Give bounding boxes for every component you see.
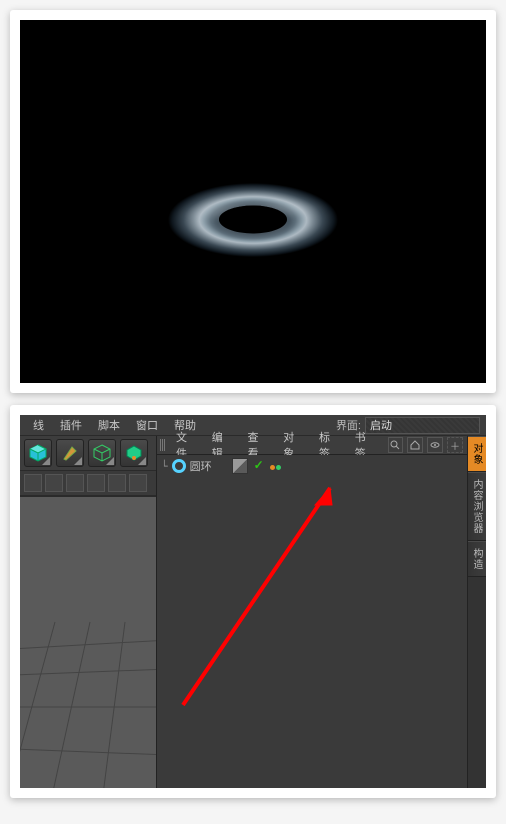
objects-panel: 文件 编辑 查看 对象 标签 书签 <box>157 436 467 788</box>
viewport[interactable] <box>20 496 156 788</box>
tree-branch-icon: └ <box>159 460 168 473</box>
render-viewport <box>20 20 486 383</box>
pen-tool-icon[interactable] <box>56 439 84 467</box>
grid <box>20 497 156 788</box>
view-icon[interactable] <box>87 474 105 492</box>
torus-render <box>168 182 338 257</box>
view-icon[interactable] <box>24 474 42 492</box>
eye-icon[interactable] <box>427 437 443 453</box>
annotation-arrow <box>157 455 477 788</box>
menu-item[interactable]: 脚本 <box>90 417 128 433</box>
side-tab-structure[interactable]: 构造 <box>468 541 486 577</box>
toolbar <box>20 436 156 471</box>
generator-icon[interactable] <box>120 439 148 467</box>
expand-icon[interactable]: ＋ <box>447 437 463 453</box>
side-tab-content-browser[interactable]: 内容浏览器 <box>468 472 486 541</box>
side-tabs: 对象 内容浏览器 构造 <box>467 436 486 788</box>
menu-item[interactable]: 插件 <box>52 417 90 433</box>
side-tab-objects[interactable]: 对象 <box>468 436 486 472</box>
viewport-icons <box>20 471 156 496</box>
menu-item[interactable]: 线 <box>25 417 52 433</box>
deformer-cube-icon[interactable] <box>88 439 116 467</box>
view-icon[interactable] <box>66 474 84 492</box>
view-icon[interactable] <box>129 474 147 492</box>
view-icon[interactable] <box>108 474 126 492</box>
left-column <box>20 436 157 788</box>
render-card <box>10 10 496 393</box>
primitive-cube-icon[interactable] <box>24 439 52 467</box>
ui-card: 线 插件 脚本 窗口 帮助 界面: 启动 <box>10 405 496 798</box>
object-label: 圆环 <box>190 458 212 474</box>
objects-tree[interactable]: └ 圆环 ✓ <box>157 455 467 788</box>
home-icon[interactable] <box>407 437 423 453</box>
objects-menubar: 文件 编辑 查看 对象 标签 书签 <box>157 436 467 455</box>
traffic-light-icon[interactable] <box>270 458 281 474</box>
torus-icon <box>172 459 186 473</box>
layer-tag-icon[interactable] <box>232 458 248 474</box>
view-icon[interactable] <box>45 474 63 492</box>
enabled-check-icon[interactable]: ✓ <box>252 458 266 472</box>
object-row-torus[interactable]: └ 圆环 ✓ <box>159 457 465 475</box>
menu-item[interactable]: 窗口 <box>128 417 166 433</box>
panel-grip[interactable] <box>160 439 166 451</box>
search-icon[interactable] <box>388 437 404 453</box>
c4d-window: 线 插件 脚本 窗口 帮助 界面: 启动 <box>20 415 486 788</box>
